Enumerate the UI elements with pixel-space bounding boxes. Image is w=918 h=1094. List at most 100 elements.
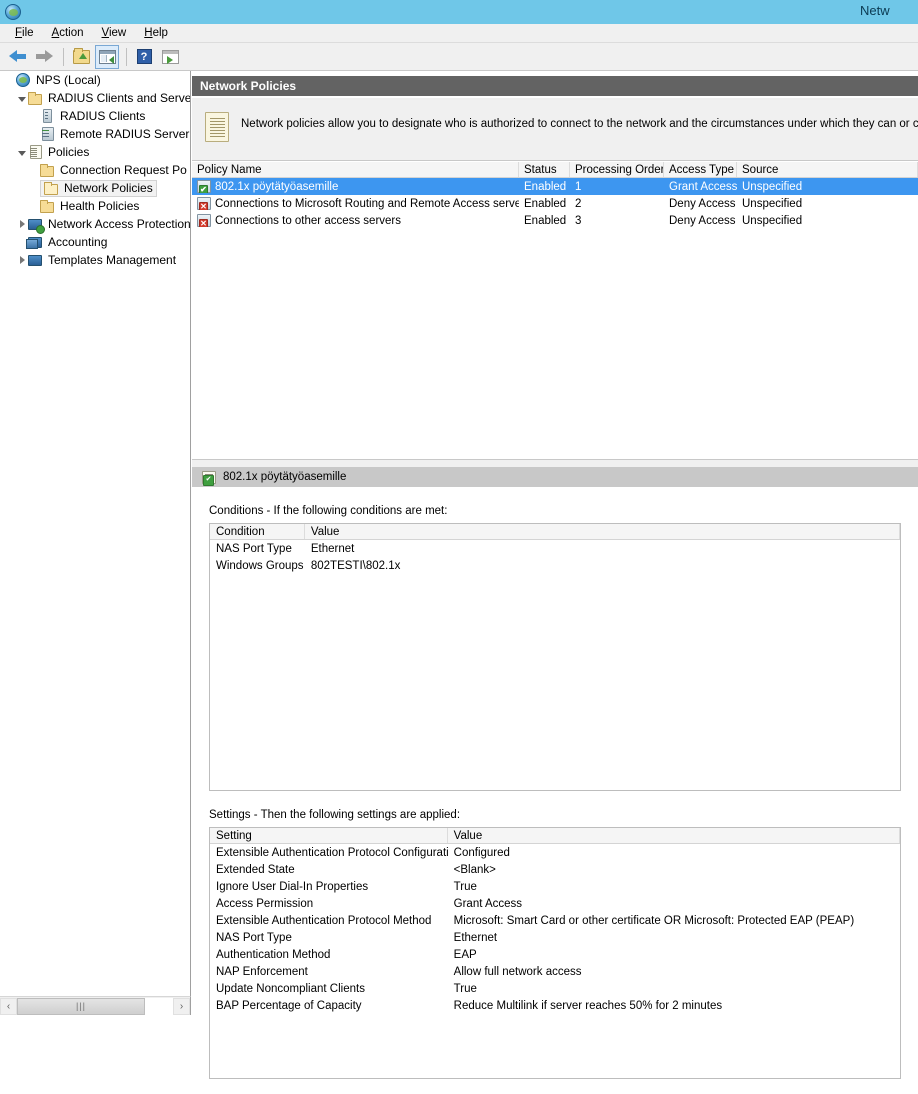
scroll-right-button[interactable]: › xyxy=(173,997,190,1015)
condition-column-header-condition[interactable]: Condition xyxy=(210,524,305,539)
tree-item-policies[interactable]: Policies xyxy=(0,143,190,161)
expand-twisty-closed-icon[interactable] xyxy=(16,251,28,269)
settings-table-header[interactable]: Setting Value xyxy=(210,828,900,844)
tree-horizontal-scrollbar[interactable]: ‹ ||| › xyxy=(0,996,191,1015)
properties-button[interactable] xyxy=(158,45,182,69)
tree-item-content: Health Policies xyxy=(40,199,139,214)
policy-grant-icon xyxy=(202,470,216,486)
conditions-table[interactable]: Condition Value NAS Port Type Ethernet Wind… xyxy=(209,523,901,791)
setting-value-cell: <Blank> xyxy=(453,863,496,876)
monitor-dual-icon xyxy=(28,235,44,250)
scroll-thumb[interactable]: ||| xyxy=(17,997,145,1015)
setting-row[interactable]: NAP Enforcement Allow full network access xyxy=(210,963,900,980)
condition-row[interactable]: Windows Groups 802TESTI\802.1x xyxy=(210,557,900,574)
setting-row[interactable]: Extensible Authentication Protocol Metho… xyxy=(210,912,900,929)
conditions-table-header[interactable]: Condition Value xyxy=(210,524,900,540)
tree-item-templates-management[interactable]: Templates Management xyxy=(0,251,190,269)
tree-item-network-policies[interactable]: Network Policies xyxy=(0,179,190,197)
setting-setting-cell: Ignore User Dial-In Properties xyxy=(216,880,369,893)
condition-value-cell: 802TESTI\802.1x xyxy=(310,559,401,572)
pane-splitter[interactable] xyxy=(192,460,918,467)
description-banner: Network policies allow you to designate … xyxy=(192,98,918,161)
tree-item-content: Connection Request Po xyxy=(40,163,187,178)
scroll-left-button[interactable]: ‹ xyxy=(0,997,17,1015)
remote-server-icon xyxy=(40,126,56,142)
setting-value-cell: Allow full network access xyxy=(453,965,582,978)
settings-table-body[interactable]: Extensible Authentication Protocol Confi… xyxy=(210,844,900,1014)
expand-twisty-open-icon[interactable] xyxy=(16,143,28,161)
tree-item-network-access-protection[interactable]: Network Access Protection xyxy=(0,215,190,233)
menu-help[interactable]: Help xyxy=(135,26,177,40)
tree-item-content: Network Policies xyxy=(40,179,157,197)
tree-item-label: Network Access Protection xyxy=(48,217,191,231)
conditions-table-body[interactable]: NAS Port Type Ethernet Windows Groups 802TE… xyxy=(210,540,900,574)
setting-row[interactable]: Access Permission Grant Access xyxy=(210,895,900,912)
policy-row[interactable]: ✕ Connections to other access servers Enab… xyxy=(192,212,918,229)
policy-list-rows[interactable]: ✔ 802.1x pöytätyöasemille Enabled 1 Grant Ac… xyxy=(192,178,918,229)
banner-description: Network policies allow you to designate … xyxy=(241,118,918,130)
tree-item-content: RADIUS Clients xyxy=(40,108,145,124)
tree-indent-spacer xyxy=(28,161,40,179)
folder-icon xyxy=(28,91,44,106)
tree-item-label: Network Policies xyxy=(64,181,153,195)
menu-file[interactable]: File xyxy=(6,26,43,40)
setting-column-header-setting[interactable]: Setting xyxy=(210,828,448,843)
policy-row[interactable]: ✕ Connections to Microsoft Routing and Re… xyxy=(192,195,918,212)
conditions-section-label: Conditions - If the following conditions… xyxy=(209,505,448,517)
forward-button[interactable] xyxy=(32,45,56,69)
settings-table[interactable]: Setting Value Extensible Authentication P… xyxy=(209,827,901,1079)
tree-item-radius-clients[interactable]: RADIUS Clients xyxy=(0,107,190,125)
setting-row[interactable]: NAS Port Type Ethernet xyxy=(210,929,900,946)
globe-icon xyxy=(16,72,32,88)
policy-column-header-source[interactable]: Source xyxy=(737,162,918,177)
policy-column-header-access-type[interactable]: Access Type xyxy=(664,162,737,177)
expand-twisty-closed-icon[interactable] xyxy=(16,215,28,233)
setting-row[interactable]: Authentication Method EAP xyxy=(210,946,900,963)
expand-twisty-open-icon[interactable] xyxy=(16,89,28,107)
setting-setting-cell: Extended State xyxy=(216,863,295,876)
show-console-tree-button[interactable] xyxy=(95,44,119,69)
tree-item-nps-local[interactable]: NPS (Local) xyxy=(0,71,190,89)
setting-row[interactable]: Extended State <Blank> xyxy=(210,861,900,878)
policy-row[interactable]: ✔ 802.1x pöytätyöasemille Enabled 1 Grant Ac… xyxy=(192,178,918,195)
help-button[interactable]: ? xyxy=(132,45,156,69)
menu-action[interactable]: Action xyxy=(43,26,93,40)
folder-up-icon xyxy=(72,47,90,64)
policy-list[interactable]: Policy Name Status Processing Order Access … xyxy=(192,162,918,460)
tree-item-radius-clients-and-servers[interactable]: RADIUS Clients and Servers xyxy=(0,89,190,107)
tree-item-content: Network Access Protection xyxy=(28,217,191,232)
setting-row[interactable]: BAP Percentage of Capacity Reduce Multili… xyxy=(210,997,900,1014)
setting-row[interactable]: Ignore User Dial-In Properties True xyxy=(210,878,900,895)
policy-name-label: Connections to Microsoft Routing and Rem… xyxy=(215,197,519,210)
tree-item-health-policies[interactable]: Health Policies xyxy=(0,197,190,215)
tree-item-label: Connection Request Po xyxy=(60,163,187,177)
condition-column-header-value[interactable]: Value xyxy=(305,524,900,539)
tree-indent-spacer xyxy=(28,179,40,197)
scroll-track[interactable]: ||| xyxy=(17,997,173,1015)
back-button[interactable] xyxy=(6,45,30,69)
policy-list-header[interactable]: Policy Name Status Processing Order Access … xyxy=(192,162,918,178)
setting-column-header-value[interactable]: Value xyxy=(448,828,900,843)
policy-column-header-processing-order[interactable]: Processing Order xyxy=(570,162,664,177)
tree-item-content: Policies xyxy=(28,144,89,160)
setting-row[interactable]: Update Noncompliant Clients True xyxy=(210,980,900,997)
folder-icon xyxy=(40,163,56,178)
console-tree-pane[interactable]: NPS (Local) RADIUS Clients and Servers RAD… xyxy=(0,71,191,996)
menu-view[interactable]: View xyxy=(93,26,136,40)
setting-row[interactable]: Extensible Authentication Protocol Confi… xyxy=(210,844,900,861)
policy-column-header-status[interactable]: Status xyxy=(519,162,570,177)
policy-grant-icon: ✔ xyxy=(197,180,211,193)
tree-item-connection-request-po[interactable]: Connection Request Po xyxy=(0,161,190,179)
policy-column-header-policy-name[interactable]: Policy Name xyxy=(192,162,519,177)
window-title-bar: Netw xyxy=(0,0,918,24)
condition-row[interactable]: NAS Port Type Ethernet xyxy=(210,540,900,557)
tree-indent-spacer xyxy=(28,107,40,125)
up-one-level-button[interactable] xyxy=(69,45,93,69)
policy-source-cell: Unspecified xyxy=(742,197,803,210)
policy-status-cell: Enabled xyxy=(524,180,567,193)
tree-item-remote-radius-server[interactable]: Remote RADIUS Server xyxy=(0,125,190,143)
tree-item-accounting[interactable]: Accounting xyxy=(0,233,190,251)
console-tree-icon xyxy=(98,49,116,64)
help-icon: ? xyxy=(136,49,152,64)
detail-pane: Conditions - If the following conditions… xyxy=(192,487,918,1094)
